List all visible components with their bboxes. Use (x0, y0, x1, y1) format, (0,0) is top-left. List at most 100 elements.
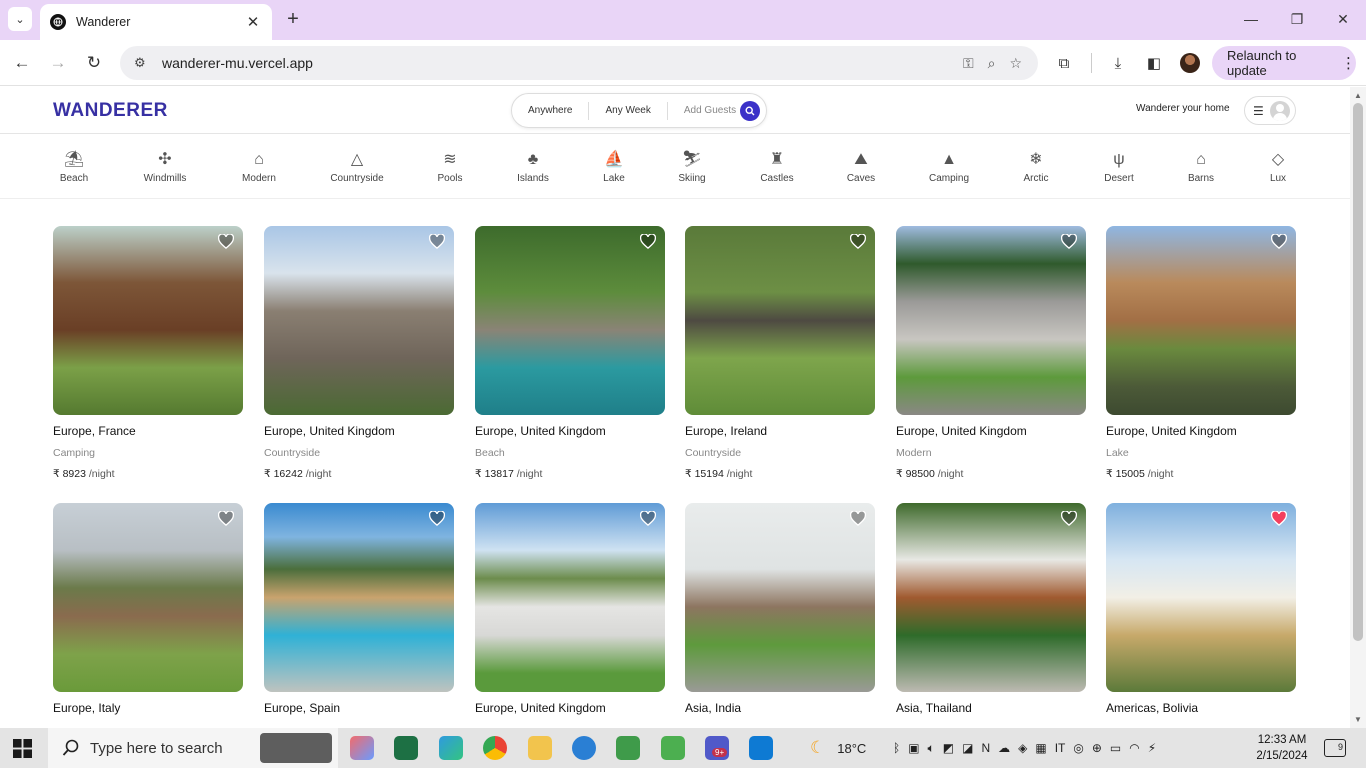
listing-card[interactable]: Europe, France Camping ₹ 8923 /night (53, 226, 243, 480)
taskbar-clock[interactable]: 12:33 AM 2/15/2024 (1247, 732, 1317, 764)
weather-widget[interactable]: ☾ 18°C (810, 728, 866, 768)
listing-card[interactable]: Asia, India (685, 503, 875, 715)
listing-card[interactable]: Europe, United Kingdom Modern ₹ 98500 /n… (896, 226, 1086, 480)
listing-photo[interactable] (685, 503, 875, 692)
scroll-up-icon[interactable]: ▲ (1354, 91, 1362, 100)
side-panel-icon[interactable]: ◧ (1143, 52, 1165, 74)
search-any-week[interactable]: Any Week (589, 105, 666, 116)
listing-photo[interactable] (53, 226, 243, 415)
download-icon[interactable]: ⤓ (1107, 52, 1129, 74)
search-icon[interactable] (740, 101, 760, 121)
taskbar-search[interactable]: Type here to search (48, 728, 338, 768)
listing-card[interactable]: Europe, United Kingdom Lake ₹ 15005 /nig… (1106, 226, 1296, 480)
category-lux[interactable]: ◇ Lux (1243, 150, 1313, 184)
scroll-down-icon[interactable]: ▼ (1354, 715, 1362, 724)
camera-icon[interactable]: ◩ (943, 741, 954, 755)
new-tab-button[interactable]: + (282, 8, 304, 30)
heart-icon[interactable] (1061, 234, 1077, 249)
tab-search-button[interactable]: ⌄ (8, 7, 32, 31)
chart-app-icon[interactable] (616, 736, 640, 760)
heart-icon[interactable] (850, 234, 866, 249)
it-icon[interactable]: IT (1055, 741, 1066, 755)
relaunch-update-button[interactable]: Relaunch to update ⋮ (1212, 46, 1356, 80)
heart-icon[interactable] (1061, 511, 1077, 526)
sync-app-icon[interactable] (572, 736, 596, 760)
minimize-icon[interactable]: — (1240, 8, 1262, 30)
listing-card[interactable]: Europe, Italy (53, 503, 243, 715)
reload-icon[interactable]: ↻ (81, 50, 107, 76)
heart-icon[interactable] (640, 234, 656, 249)
extensions-icon[interactable]: ⧉ (1053, 52, 1075, 74)
back-arrow-icon[interactable]: ← (9, 50, 35, 76)
listing-card[interactable]: Asia, Thailand (896, 503, 1086, 715)
listing-photo[interactable] (896, 226, 1086, 415)
heart-icon[interactable] (429, 511, 445, 526)
site-logo[interactable]: WANDERER (53, 100, 168, 122)
power-icon[interactable]: ⚡︎ (1148, 741, 1156, 755)
category-barns[interactable]: ⌂ Barns (1166, 150, 1236, 184)
heart-icon[interactable] (218, 511, 234, 526)
page-scrollbar[interactable]: ▲ ▼ (1350, 87, 1366, 728)
category-modern[interactable]: ⌂ Modern (224, 150, 294, 184)
bluetooth-icon[interactable]: ᛒ (893, 741, 900, 755)
heart-icon[interactable] (850, 511, 866, 526)
star-icon[interactable]: ☆ (1009, 55, 1022, 72)
host-home-link[interactable]: Wanderer your home (1136, 103, 1230, 114)
battery-icon[interactable]: ▭ (1110, 741, 1121, 755)
cloud-icon[interactable]: ☁ (998, 741, 1010, 755)
heart-icon-liked[interactable] (1271, 511, 1287, 526)
search-anywhere[interactable]: Anywhere (512, 105, 588, 116)
address-bar[interactable]: ⚙ wanderer-mu.vercel.app ⚿ ⌕ ☆ (120, 46, 1038, 80)
zoom-icon[interactable]: ⌕ (988, 55, 996, 72)
chrome-icon[interactable] (483, 736, 507, 760)
restore-icon[interactable]: ❐ (1286, 8, 1308, 30)
user-menu-button[interactable]: ☰ (1244, 96, 1296, 125)
forward-arrow-icon[interactable]: → (45, 50, 71, 76)
site-settings-icon[interactable]: ⚙ (134, 55, 152, 71)
security-icon[interactable]: ⊕ (1092, 741, 1102, 755)
more-menu-icon[interactable]: ⋮ (1341, 54, 1356, 72)
listing-card[interactable]: Europe, Ireland Countryside ₹ 15194 /nig… (685, 226, 875, 480)
listing-photo[interactable] (53, 503, 243, 692)
listing-photo[interactable] (685, 226, 875, 415)
category-pools[interactable]: ≋ Pools (415, 150, 485, 184)
category-arctic[interactable]: ❄ Arctic (1001, 150, 1071, 184)
onenote-icon[interactable]: N (981, 741, 990, 755)
paint-app-icon[interactable] (350, 736, 374, 760)
heart-icon[interactable] (640, 511, 656, 526)
monitor-app-icon[interactable] (661, 736, 685, 760)
category-caves[interactable]: ⛰ Caves (826, 150, 896, 184)
listing-card[interactable]: Europe, United Kingdom (475, 503, 665, 715)
category-countryside[interactable]: △ Countryside (322, 150, 392, 184)
category-beach[interactable]: ⛱ Beach (39, 150, 109, 184)
vscode-icon[interactable] (749, 736, 773, 760)
category-islands[interactable]: ♣ Islands (498, 150, 568, 184)
network-share-icon[interactable]: ▣ (908, 741, 919, 755)
heart-icon[interactable] (429, 234, 445, 249)
heart-icon[interactable] (1271, 234, 1287, 249)
close-tab-icon[interactable]: ✕ (244, 13, 262, 31)
listing-photo[interactable] (1106, 503, 1296, 692)
listing-photo[interactable] (475, 503, 665, 692)
listing-photo[interactable] (1106, 226, 1296, 415)
category-skiing[interactable]: ⛷ Skiing (657, 150, 727, 184)
notification-icon[interactable]: 9 (1324, 739, 1346, 757)
excel-icon[interactable] (394, 736, 418, 760)
edge-icon[interactable] (439, 736, 463, 760)
windows-start-icon[interactable] (13, 739, 32, 758)
category-camping[interactable]: ▲ Camping (914, 150, 984, 184)
close-window-icon[interactable]: ✕ (1332, 8, 1354, 30)
listing-card[interactable]: Europe, United Kingdom Countryside ₹ 162… (264, 226, 454, 480)
wifi-icon[interactable]: ◠ (1129, 741, 1139, 755)
category-castles[interactable]: ♜ Castles (742, 150, 812, 184)
profile-avatar[interactable] (1180, 53, 1200, 73)
listing-card[interactable]: Americas, Bolivia (1106, 503, 1296, 715)
listing-card[interactable]: Europe, Spain (264, 503, 454, 715)
browser-tab[interactable]: Wanderer ✕ (40, 4, 272, 40)
listing-photo[interactable] (475, 226, 665, 415)
listing-photo[interactable] (896, 503, 1086, 692)
file-explorer-icon[interactable] (528, 736, 552, 760)
key-icon[interactable]: ⚿ (963, 55, 974, 72)
listing-photo[interactable] (264, 503, 454, 692)
scrollbar-thumb[interactable] (1353, 103, 1363, 641)
